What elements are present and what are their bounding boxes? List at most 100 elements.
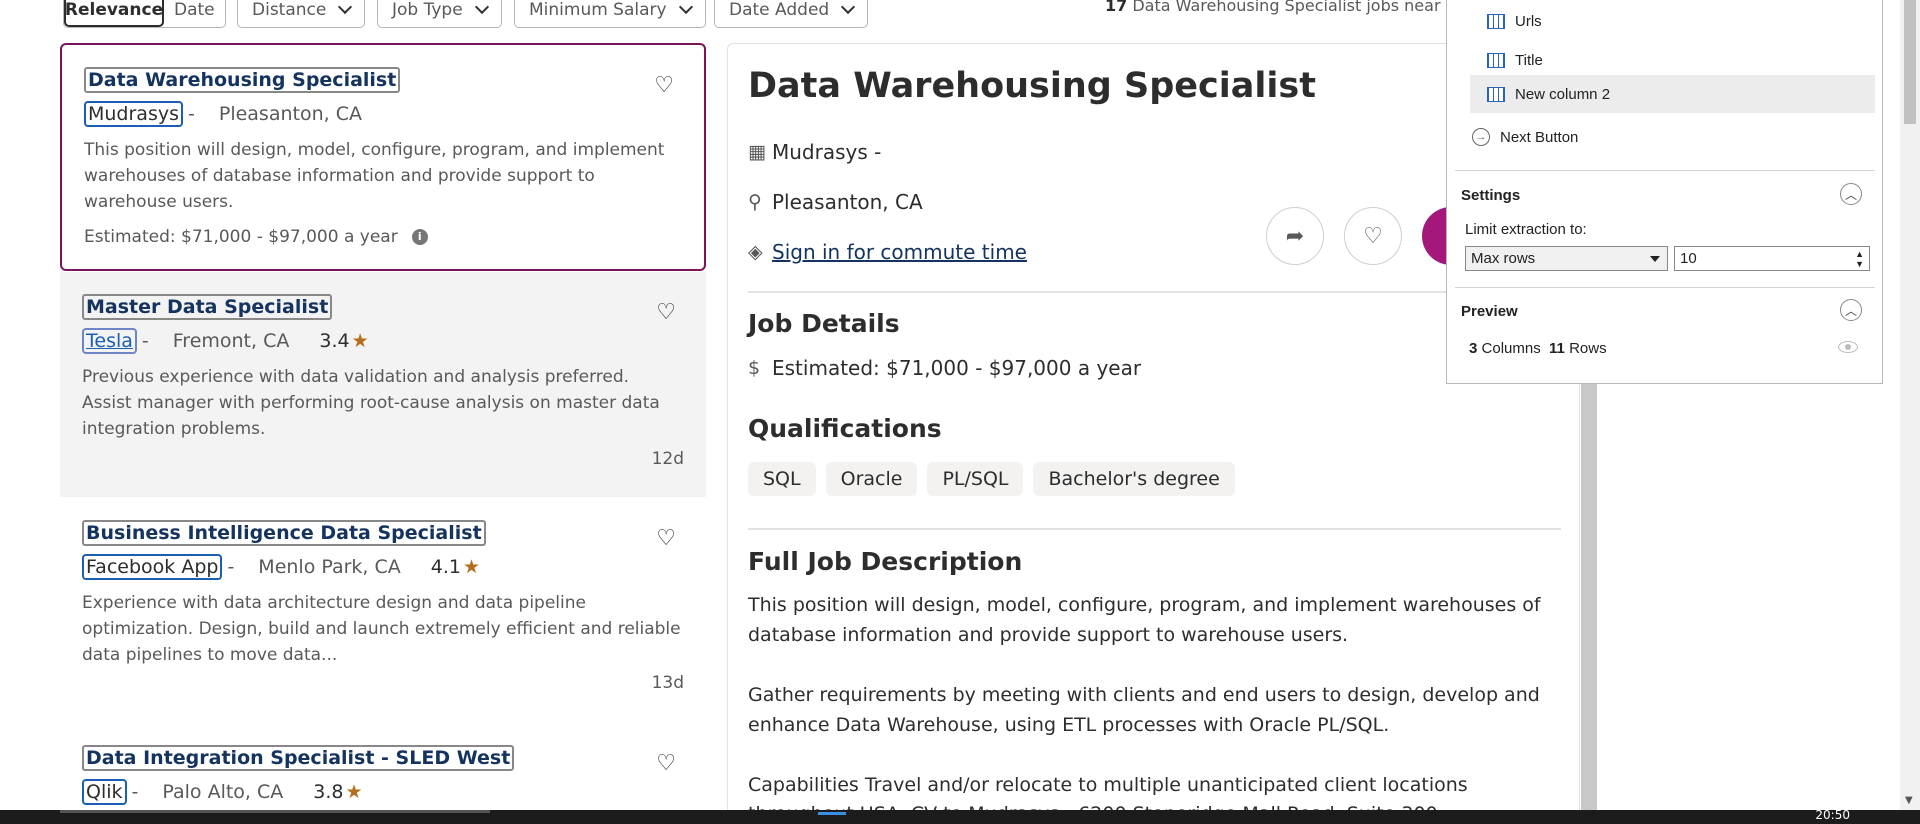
next-button-item[interactable]: → Next Button: [1472, 118, 1872, 156]
separator: -: [188, 103, 195, 125]
job-age: 12d: [651, 449, 684, 469]
company-rating: 4.1: [430, 556, 461, 578]
extraction-panel: Urls Title New column 2 → Next Button Se…: [1446, 0, 1883, 384]
job-card[interactable]: Master Data Specialist Tesla - Fremont, …: [60, 272, 706, 497]
distance-filter-label: Distance: [252, 0, 327, 20]
share-button[interactable]: ➦: [1266, 207, 1324, 265]
commute-link[interactable]: Sign in for commute time: [772, 240, 1027, 264]
preview-heading: Preview: [1461, 303, 1518, 320]
arrow-right-circle-icon: →: [1472, 128, 1490, 146]
description-paragraph: Gather requirements by meeting with clie…: [748, 684, 1540, 736]
job-title-link[interactable]: Business Intelligence Data Specialist: [82, 520, 486, 546]
job-count: 17 Data Warehousing Specialist jobs near…: [1105, 0, 1456, 15]
column-label: Title: [1515, 51, 1543, 69]
column-icon: [1487, 52, 1505, 68]
detail-company[interactable]: Mudrasys -: [772, 140, 881, 164]
job-location: Menlo Park, CA: [258, 556, 401, 578]
detail-location: Pleasanton, CA: [772, 190, 923, 214]
divider: [748, 528, 1561, 530]
chevron-down-icon: [474, 0, 489, 15]
limit-mode-value: Max rows: [1471, 250, 1536, 267]
column-item-title[interactable]: Title: [1487, 41, 1887, 79]
preview-stats: 3 Columns 11 Rows: [1469, 340, 1607, 357]
date-added-filter[interactable]: Date Added: [714, 0, 869, 28]
min-salary-filter-label: Minimum Salary: [529, 0, 667, 20]
job-location: Pleasanton, CA: [218, 103, 362, 125]
job-age: 13d: [651, 673, 684, 693]
share-icon: ➦: [1285, 223, 1305, 249]
job-card[interactable]: Data Warehousing Specialist Mudrasys - P…: [60, 43, 706, 271]
column-label: New column 2: [1515, 85, 1611, 103]
salary-row: $ Estimated: $71,000 - $97,000 a year: [748, 356, 1141, 380]
detail-title: Data Warehousing Specialist: [748, 66, 1316, 106]
divider: [1455, 287, 1875, 288]
job-card[interactable]: Business Intelligence Data Specialist Fa…: [60, 498, 706, 723]
star-icon: ★: [345, 781, 363, 803]
heart-icon[interactable]: ♡: [656, 300, 676, 325]
job-type-filter[interactable]: Job Type: [377, 0, 502, 28]
star-icon: ★: [351, 330, 369, 352]
location-pin-icon: ⚲: [748, 191, 762, 213]
page-scrollbar[interactable]: ▼: [1900, 0, 1920, 810]
job-card[interactable]: Data Integration Specialist - SLED West …: [60, 723, 706, 823]
star-icon: ★: [463, 556, 481, 578]
heart-icon: ♡: [1363, 223, 1383, 249]
next-button-label: Next Button: [1500, 128, 1579, 146]
full-description-heading: Full Job Description: [748, 547, 1023, 576]
qualification-tags: SQL Oracle PL/SQL Bachelor's degree: [748, 462, 1235, 496]
scrollbar-thumb[interactable]: [1904, 0, 1916, 124]
heart-icon[interactable]: ♡: [656, 751, 676, 776]
columns-count: 3: [1469, 340, 1478, 357]
column-label: Urls: [1515, 12, 1542, 30]
job-title-link[interactable]: Data Integration Specialist - SLED West: [82, 745, 515, 771]
dropdown-arrow-icon: [1650, 256, 1660, 262]
company-row: Facebook App - Menlo Park, CA 4.1 ★: [82, 554, 684, 580]
separator: -: [227, 556, 235, 578]
sort-relevance-button[interactable]: Relevance: [64, 0, 164, 27]
heart-icon[interactable]: ♡: [654, 73, 674, 98]
job-location: Palo Alto, CA: [162, 781, 284, 803]
heart-icon[interactable]: ♡: [656, 526, 676, 551]
filter-bar: Relevance Date Distance Job Type Minimum…: [0, 0, 1456, 30]
limit-mode-select[interactable]: Max rows: [1465, 246, 1668, 271]
job-count-text: Data Warehousing Specialist jobs near S: [1132, 0, 1456, 15]
min-salary-filter[interactable]: Minimum Salary: [514, 0, 706, 28]
column-item-urls[interactable]: Urls: [1487, 2, 1887, 40]
taskbar-clock: 20:50: [1815, 808, 1850, 822]
scroll-down-icon[interactable]: ▼: [1905, 795, 1913, 806]
rows-count: 11: [1549, 340, 1565, 357]
separator: -: [141, 330, 149, 352]
sort-toggle: Relevance Date: [63, 0, 226, 28]
job-title-link[interactable]: Data Warehousing Specialist: [84, 67, 401, 93]
limit-extraction-label: Limit extraction to:: [1465, 221, 1587, 238]
taskbar-active-app[interactable]: [60, 810, 490, 813]
app-root: Relevance Date Distance Job Type Minimum…: [0, 0, 1920, 824]
company-name[interactable]: Tesla: [82, 328, 137, 354]
save-job-button[interactable]: ♡: [1344, 207, 1402, 265]
job-title-link[interactable]: Master Data Specialist: [82, 294, 333, 320]
sort-date-button[interactable]: Date: [164, 0, 225, 27]
job-snippet: Experience with data architecture design…: [82, 593, 681, 665]
distance-filter[interactable]: Distance: [237, 0, 366, 28]
column-item-new-column-2[interactable]: New column 2: [1470, 75, 1875, 113]
qualification-tag: Oracle: [825, 462, 918, 496]
company-name[interactable]: Facebook App: [82, 554, 223, 580]
taskbar-app-indicator[interactable]: [818, 812, 846, 815]
spinner-arrows-icon[interactable]: ▲ ▼: [1855, 249, 1864, 269]
company-name[interactable]: Qlik: [82, 779, 127, 805]
limit-value-input[interactable]: 10 ▲ ▼: [1674, 246, 1870, 271]
separator: -: [131, 781, 139, 803]
company-row: Mudrasys - Pleasanton, CA: [84, 101, 682, 127]
chevron-down-icon: [678, 0, 693, 15]
directions-icon: ◈: [748, 241, 763, 263]
company-rating: 3.4: [319, 330, 350, 352]
company-row: Qlik - Palo Alto, CA 3.8 ★: [82, 779, 684, 805]
company-name[interactable]: Mudrasys: [84, 101, 183, 127]
info-icon[interactable]: i: [411, 229, 428, 245]
job-type-filter-label: Job Type: [392, 0, 463, 20]
qualification-tag: PL/SQL: [927, 462, 1024, 496]
chevron-down-icon: [841, 0, 856, 15]
eye-icon[interactable]: [1838, 341, 1858, 353]
collapse-settings-icon[interactable]: ︿: [1840, 183, 1862, 205]
collapse-preview-icon[interactable]: ︿: [1840, 299, 1862, 321]
